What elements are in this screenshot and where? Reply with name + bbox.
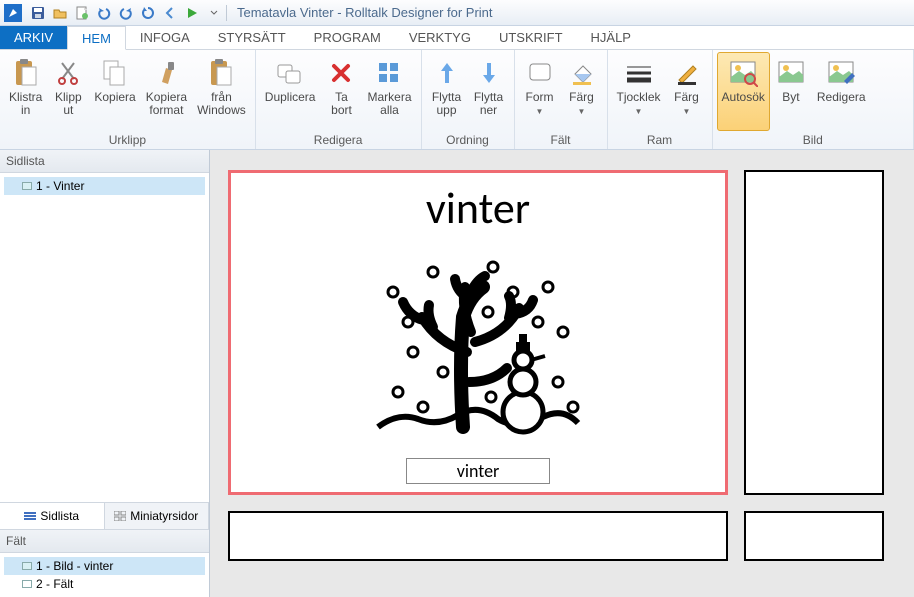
felt-item-falt[interactable]: 2 - Fält (4, 575, 205, 593)
paste-windows-button[interactable]: frånWindows (192, 52, 251, 131)
tab-program[interactable]: PROGRAM (300, 26, 395, 49)
autosearch-icon (728, 55, 758, 91)
card-title: vinter (426, 181, 530, 235)
ribbon-group-ram: Tjocklek▼ Färg▼ Ram (608, 50, 713, 149)
paste-button[interactable]: Klistrain (4, 52, 47, 131)
ribbon-group-urklipp: Klistrain Klipput Kopiera Kopieraformat … (0, 50, 256, 149)
tab-verktyg[interactable]: VERKTYG (395, 26, 485, 49)
card-image (239, 235, 717, 458)
ribbon-group-ordning: Flyttaupp Flyttaner Ordning (422, 50, 515, 149)
felt-header: Fält (0, 530, 209, 553)
felt-item-bild-vinter[interactable]: 1 - Bild - vinter (4, 557, 205, 575)
fill-icon (569, 55, 595, 91)
tab-hem[interactable]: HEM (67, 26, 126, 50)
tab-infoga[interactable]: INFOGA (126, 26, 204, 49)
border-color-icon (674, 55, 700, 91)
fill-color-button[interactable]: Färg▼ (561, 52, 603, 131)
thickness-button[interactable]: Tjocklek▼ (612, 52, 666, 131)
field-thumb-icon (22, 562, 32, 570)
page-tree: 1 - Vinter (0, 173, 209, 502)
app-icon (4, 4, 22, 22)
qat-dropdown-icon[interactable] (204, 3, 224, 23)
move-down-button[interactable]: Flyttaner (468, 52, 510, 131)
swap-button[interactable]: Byt (770, 52, 812, 131)
winter-symbol-icon (363, 242, 593, 452)
copy-button[interactable]: Kopiera (89, 52, 140, 131)
copy-format-button[interactable]: Kopieraformat (141, 52, 192, 131)
duplicate-button[interactable]: Duplicera (260, 52, 321, 131)
quick-access-toolbar (28, 3, 224, 23)
group-label-urklipp: Urklipp (4, 131, 251, 149)
shape-icon (527, 55, 553, 91)
open-icon[interactable] (50, 3, 70, 23)
duplicate-icon (275, 55, 305, 91)
window-title: Tematavla Vinter - Rolltalk Designer for… (237, 5, 493, 20)
card-empty-right[interactable] (744, 170, 884, 495)
redo-icon[interactable] (116, 3, 136, 23)
card-caption[interactable]: vinter (406, 458, 551, 484)
save-icon[interactable] (28, 3, 48, 23)
tab-styrsatt[interactable]: STYRSÄTT (204, 26, 300, 49)
undo-icon[interactable] (94, 3, 114, 23)
ribbon-group-redigera: Duplicera Tabort Markeraalla Redigera (256, 50, 422, 149)
canvas[interactable]: vinter (210, 150, 914, 597)
paste-label1: Klistra (9, 90, 42, 104)
sidebar: Sidlista 1 - Vinter Sidlista Miniatyrsid… (0, 150, 210, 597)
back-icon[interactable] (160, 3, 180, 23)
ribbon-group-bild: Autosök Byt Redigera Bild (713, 50, 914, 149)
delete-icon (329, 55, 353, 91)
tree-item-vinter[interactable]: 1 - Vinter (4, 177, 205, 195)
paste-label2: in (21, 103, 30, 117)
refresh-icon[interactable] (138, 3, 158, 23)
sidebar-tabs: Sidlista Miniatyrsidor (0, 502, 209, 529)
title-bar: Tematavla Vinter - Rolltalk Designer for… (0, 0, 914, 26)
tab-sidlista[interactable]: Sidlista (0, 503, 105, 529)
grid-icon (114, 511, 126, 521)
tab-utskrift[interactable]: UTSKRIFT (485, 26, 577, 49)
page-thumb-icon (22, 182, 32, 190)
new-icon[interactable] (72, 3, 92, 23)
edit-image-icon (826, 55, 856, 91)
tab-miniatyrsidor[interactable]: Miniatyrsidor (105, 503, 210, 529)
card-empty-below[interactable] (228, 511, 728, 561)
tab-arkiv[interactable]: ARKIV (0, 26, 67, 49)
thickness-icon (624, 55, 654, 91)
copy-icon (101, 55, 129, 91)
select-all-icon (376, 55, 402, 91)
select-all-button[interactable]: Markeraalla (362, 52, 416, 131)
shape-button[interactable]: Form▼ (519, 52, 561, 131)
delete-button[interactable]: Tabort (320, 52, 362, 131)
border-color-button[interactable]: Färg▼ (666, 52, 708, 131)
felt-list: 1 - Bild - vinter 2 - Fält (0, 553, 209, 597)
paintbrush-icon (154, 55, 178, 91)
autosearch-button[interactable]: Autosök (717, 52, 770, 131)
menu-bar: ARKIV HEM INFOGA STYRSÄTT PROGRAM VERKTY… (0, 26, 914, 50)
ribbon-group-falt: Form▼ Färg▼ Fält (515, 50, 608, 149)
cut-button[interactable]: Klipput (47, 52, 89, 131)
move-up-button[interactable]: Flyttaupp (426, 52, 468, 131)
cut-icon (56, 55, 80, 91)
felt-panel: Fält 1 - Bild - vinter 2 - Fält (0, 529, 209, 597)
separator (226, 5, 227, 21)
tree-item-label: 1 - Vinter (36, 179, 84, 193)
sidlista-header: Sidlista (0, 150, 209, 173)
field-thumb-icon (22, 580, 32, 588)
play-icon[interactable] (182, 3, 202, 23)
card-vinter[interactable]: vinter (228, 170, 728, 495)
swap-icon (776, 55, 806, 91)
edit-image-button[interactable]: Redigera (812, 52, 871, 131)
main-area: Sidlista 1 - Vinter Sidlista Miniatyrsid… (0, 150, 914, 597)
ribbon: Klistrain Klipput Kopiera Kopieraformat … (0, 50, 914, 150)
paste-windows-icon (207, 55, 235, 91)
tab-hjalp[interactable]: HJÄLP (577, 26, 645, 49)
card-empty-below-right[interactable] (744, 511, 884, 561)
arrow-up-icon (437, 55, 457, 91)
paste-icon (12, 55, 40, 91)
arrow-down-icon (479, 55, 499, 91)
list-icon (24, 511, 36, 521)
